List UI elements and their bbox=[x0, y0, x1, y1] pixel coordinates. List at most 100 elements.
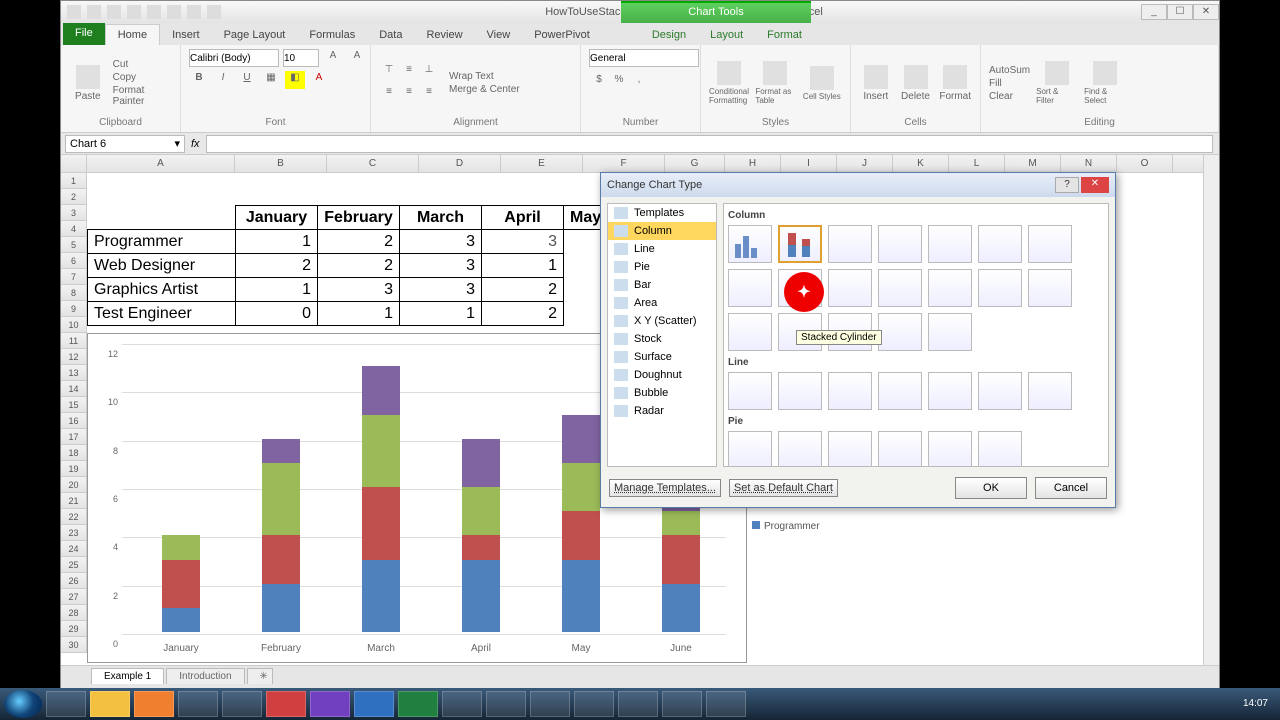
format-as-table-button[interactable]: Format as Table bbox=[755, 61, 795, 105]
row-header[interactable]: 8 bbox=[61, 285, 87, 301]
fill-color-button[interactable]: ◧ bbox=[285, 71, 305, 89]
charttype-clustered-column[interactable] bbox=[728, 225, 772, 263]
category-scatter[interactable]: X Y (Scatter) bbox=[608, 312, 716, 330]
formatpainter-button[interactable]: Format Painter bbox=[113, 85, 172, 107]
italic-button[interactable]: I bbox=[213, 71, 233, 89]
category-area[interactable]: Area bbox=[608, 294, 716, 312]
row-header[interactable]: 19 bbox=[61, 461, 87, 477]
maximize-button[interactable]: ☐ bbox=[1167, 4, 1193, 20]
col-header[interactable]: M bbox=[1005, 155, 1061, 172]
align-mid-icon[interactable]: ≡ bbox=[399, 63, 419, 81]
dialog-titlebar[interactable]: Change Chart Type ? ✕ bbox=[601, 173, 1115, 197]
col-header[interactable]: F bbox=[583, 155, 665, 172]
charttype-100stacked-line[interactable] bbox=[828, 372, 872, 410]
row-header[interactable]: 22 bbox=[61, 509, 87, 525]
col-header[interactable]: J bbox=[837, 155, 893, 172]
row-header[interactable]: 13 bbox=[61, 365, 87, 381]
task-item[interactable] bbox=[134, 691, 174, 717]
charttype-pie-of-pie[interactable] bbox=[828, 431, 872, 467]
tab-format[interactable]: Format bbox=[755, 25, 814, 45]
row-header[interactable]: 20 bbox=[61, 477, 87, 493]
wrap-text-button[interactable]: Wrap Text bbox=[449, 71, 520, 82]
font-color-button[interactable]: A bbox=[309, 71, 329, 89]
task-item[interactable] bbox=[662, 691, 702, 717]
cell-styles-button[interactable]: Cell Styles bbox=[802, 66, 842, 101]
number-format-select[interactable] bbox=[589, 49, 699, 67]
task-item[interactable] bbox=[706, 691, 746, 717]
task-item[interactable] bbox=[46, 691, 86, 717]
row-header[interactable]: 14 bbox=[61, 381, 87, 397]
minimize-button[interactable]: _ bbox=[1141, 4, 1167, 20]
system-tray[interactable]: 14:07 bbox=[1243, 698, 1276, 710]
tab-data[interactable]: Data bbox=[367, 25, 414, 45]
tab-review[interactable]: Review bbox=[414, 25, 474, 45]
charttype-exploded-pie[interactable] bbox=[878, 431, 922, 467]
charttype-line[interactable] bbox=[728, 372, 772, 410]
font-size-select[interactable] bbox=[283, 49, 319, 67]
formula-bar[interactable] bbox=[206, 135, 1213, 153]
task-item[interactable] bbox=[266, 691, 306, 717]
undo-icon[interactable] bbox=[107, 5, 121, 19]
sheet-tab[interactable]: Introduction bbox=[166, 668, 244, 684]
charttype-line-markers[interactable] bbox=[878, 372, 922, 410]
row-header[interactable]: 11 bbox=[61, 333, 87, 349]
row-header[interactable]: 21 bbox=[61, 493, 87, 509]
col-header[interactable]: L bbox=[949, 155, 1005, 172]
charttype-3d-cone[interactable] bbox=[728, 313, 772, 351]
charttype-3d-pie[interactable] bbox=[778, 431, 822, 467]
ok-button[interactable]: OK bbox=[955, 477, 1027, 499]
file-tab[interactable]: File bbox=[63, 23, 105, 45]
task-item[interactable] bbox=[574, 691, 614, 717]
tab-formulas[interactable]: Formulas bbox=[297, 25, 367, 45]
charttype-100stacked-cylinder[interactable] bbox=[828, 269, 872, 307]
comma-icon[interactable]: , bbox=[629, 73, 649, 91]
row-header[interactable]: 16 bbox=[61, 413, 87, 429]
charttype-pie[interactable] bbox=[728, 431, 772, 467]
charttype-stacked-line[interactable] bbox=[778, 372, 822, 410]
conditional-formatting-button[interactable]: Conditional Formatting bbox=[709, 61, 749, 105]
autosum-button[interactable]: AutoSum bbox=[989, 65, 1030, 76]
charttype-stacked-column[interactable] bbox=[778, 225, 822, 263]
name-box[interactable]: Chart 6▾ bbox=[65, 135, 185, 153]
fill-button[interactable]: Fill bbox=[989, 78, 1030, 89]
charttype-clustered-cone[interactable] bbox=[928, 269, 972, 307]
font-name-select[interactable] bbox=[189, 49, 279, 67]
close-button[interactable]: ✕ bbox=[1193, 4, 1219, 20]
save-icon[interactable] bbox=[87, 5, 101, 19]
row-header[interactable]: 7 bbox=[61, 269, 87, 285]
row-header[interactable]: 28 bbox=[61, 605, 87, 621]
align-right-icon[interactable]: ≡ bbox=[419, 85, 439, 103]
task-item[interactable] bbox=[618, 691, 658, 717]
tab-home[interactable]: Home bbox=[105, 24, 160, 45]
charttype-100stacked-column[interactable] bbox=[828, 225, 872, 263]
row-header[interactable]: 24 bbox=[61, 541, 87, 557]
dialog-close-button[interactable]: ✕ bbox=[1081, 177, 1109, 193]
category-stock[interactable]: Stock bbox=[608, 330, 716, 348]
tab-design[interactable]: Design bbox=[640, 25, 698, 45]
tab-layout[interactable]: Layout bbox=[698, 25, 755, 45]
row-header[interactable]: 6 bbox=[61, 253, 87, 269]
row-header[interactable]: 25 bbox=[61, 557, 87, 573]
col-header[interactable]: C bbox=[327, 155, 419, 172]
clear-button[interactable]: Clear bbox=[989, 91, 1030, 102]
delete-cells-button[interactable]: Delete bbox=[899, 65, 933, 102]
charttype-3d-line[interactable] bbox=[1028, 372, 1072, 410]
redo-icon[interactable] bbox=[127, 5, 141, 19]
category-doughnut[interactable]: Doughnut bbox=[608, 366, 716, 384]
row-header[interactable]: 5 bbox=[61, 237, 87, 253]
paste-button[interactable]: Paste bbox=[69, 65, 107, 102]
qat-more-icon[interactable] bbox=[207, 5, 221, 19]
task-item[interactable] bbox=[530, 691, 570, 717]
row-header[interactable]: 26 bbox=[61, 573, 87, 589]
charttype-stacked-cone[interactable] bbox=[978, 269, 1022, 307]
task-item[interactable] bbox=[398, 691, 438, 717]
sort-filter-button[interactable]: Sort & Filter bbox=[1036, 61, 1078, 105]
task-item[interactable] bbox=[354, 691, 394, 717]
cut-button[interactable]: Cut bbox=[113, 59, 172, 70]
task-item[interactable] bbox=[222, 691, 262, 717]
align-center-icon[interactable]: ≡ bbox=[399, 85, 419, 103]
charttype-stacked-line-markers[interactable] bbox=[928, 372, 972, 410]
currency-icon[interactable]: $ bbox=[589, 73, 609, 91]
underline-button[interactable]: U bbox=[237, 71, 257, 89]
category-bar[interactable]: Bar bbox=[608, 276, 716, 294]
